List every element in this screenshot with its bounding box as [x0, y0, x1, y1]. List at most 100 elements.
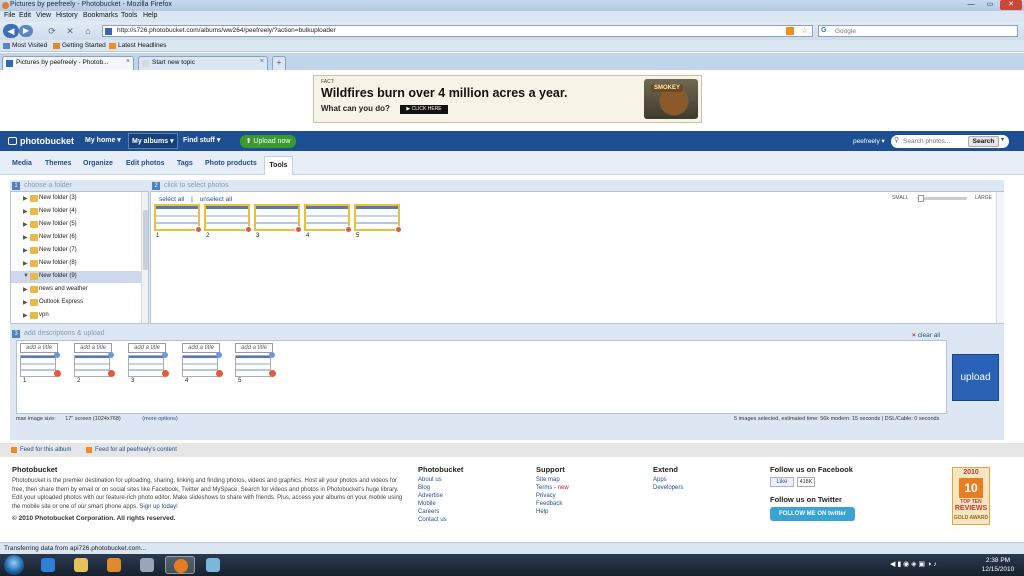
tab-photobucket[interactable]: Pictures by peefreely - Photob... ×	[2, 56, 134, 70]
selected-photo[interactable]	[235, 355, 271, 377]
photo-thumbnail[interactable]	[154, 204, 202, 233]
footer-link-feedback[interactable]: Feedback	[536, 501, 562, 507]
folder-item[interactable]: ▶ New folder (7)	[11, 245, 141, 257]
maximize-button[interactable]: ▭	[981, 0, 999, 10]
new-tab-button[interactable]: +	[272, 56, 286, 70]
minimize-button[interactable]: —	[962, 0, 980, 10]
expand-arrow-icon[interactable]: ▶	[23, 195, 28, 202]
photo-thumbnail[interactable]	[304, 204, 352, 233]
folder-item[interactable]: ▶ New folder (8)	[11, 258, 141, 270]
menu-file[interactable]: File	[4, 12, 15, 19]
search-button[interactable]: Search	[968, 136, 999, 147]
bookmark-getting-started[interactable]: Getting Started	[62, 42, 106, 49]
footer-link-help[interactable]: Help	[536, 509, 548, 515]
title-input[interactable]: add a title	[128, 343, 166, 353]
ad-banner[interactable]: FACT: Wildfires burn over 4 million acre…	[313, 75, 702, 123]
remove-icon[interactable]	[269, 370, 276, 377]
photo-search-input[interactable]	[903, 137, 963, 146]
stop-icon[interactable]: ✕	[64, 25, 76, 37]
back-button[interactable]: ◀	[3, 24, 19, 38]
footer-link-sitemap[interactable]: Site map	[536, 477, 560, 483]
info-icon[interactable]	[269, 352, 275, 358]
title-input[interactable]: add a title	[74, 343, 112, 353]
selected-photo[interactable]	[20, 355, 56, 377]
more-options-link[interactable]: (more options)	[142, 416, 177, 422]
selected-photo[interactable]	[128, 355, 164, 377]
feed-album-link[interactable]: Feed for this album	[20, 447, 71, 453]
footer-link-contact[interactable]: Contact us	[418, 517, 447, 523]
expand-arrow-icon[interactable]: ▶	[23, 286, 28, 293]
folder-item[interactable]: ▶ New folder (5)	[11, 219, 141, 231]
info-icon[interactable]	[108, 352, 114, 358]
rss-icon[interactable]	[786, 27, 794, 35]
remove-icon[interactable]	[245, 226, 252, 233]
folder-item[interactable]: ▶ vpn	[11, 310, 141, 322]
menu-bookmarks[interactable]: Bookmarks	[83, 12, 118, 19]
footer-link-blog[interactable]: Blog	[418, 485, 430, 491]
folder-item[interactable]: ▶ New folder (6)	[11, 232, 141, 244]
footer-link-developers[interactable]: Developers	[653, 485, 683, 491]
facebook-like-button[interactable]: Like	[770, 477, 794, 487]
info-icon[interactable]	[162, 352, 168, 358]
folder-scrollbar[interactable]	[141, 192, 148, 323]
footer-link-apps[interactable]: Apps	[653, 477, 667, 483]
close-window-button[interactable]: ✕	[1000, 0, 1022, 10]
expand-arrow-icon[interactable]: ▶	[23, 234, 28, 241]
taskbar-explorer[interactable]	[66, 556, 96, 574]
folder-item[interactable]: ▶ New folder (3)	[11, 193, 141, 205]
photobucket-logo[interactable]: photobucket	[8, 136, 74, 146]
tab-tags[interactable]: Tags	[177, 160, 193, 167]
start-button[interactable]	[4, 555, 24, 575]
remove-icon[interactable]	[345, 226, 352, 233]
tab-edit-photos[interactable]: Edit photos	[126, 160, 165, 167]
remove-icon[interactable]	[54, 370, 61, 377]
max-size-select[interactable]: 17" screen (1024x768)	[65, 416, 120, 422]
tab-tools[interactable]: Tools	[264, 156, 293, 175]
menu-edit[interactable]: Edit	[19, 12, 31, 19]
system-clock[interactable]: 2:38 PM 12/15/2010	[978, 556, 1018, 574]
tab-organize[interactable]: Organize	[83, 160, 113, 167]
remove-icon[interactable]	[195, 226, 202, 233]
title-input[interactable]: add a title	[20, 343, 58, 353]
folder-item[interactable]: ▶ New folder (4)	[11, 206, 141, 218]
taskbar-app-2[interactable]	[198, 556, 228, 574]
remove-icon[interactable]	[162, 370, 169, 377]
close-tab-icon[interactable]: ×	[260, 58, 264, 65]
photo-thumbnail[interactable]	[254, 204, 302, 233]
expand-arrow-icon[interactable]: ▶	[23, 247, 28, 254]
scrollbar-thumb[interactable]	[143, 210, 148, 270]
twitter-follow-button[interactable]: FOLLOW ME ON twitter	[770, 507, 855, 521]
selected-photo[interactable]	[182, 355, 218, 377]
reload-icon[interactable]: ⟳	[46, 25, 58, 37]
title-input[interactable]: add a title	[182, 343, 220, 353]
expand-arrow-icon[interactable]: ▶	[23, 299, 28, 306]
bookmark-most-visited[interactable]: Most Visited	[12, 42, 47, 49]
menu-view[interactable]: View	[36, 12, 51, 19]
footer-link-careers[interactable]: Careers	[418, 509, 439, 515]
folder-item[interactable]: ▶ Outlook Express	[11, 297, 141, 309]
tab-themes[interactable]: Themes	[45, 160, 71, 167]
taskbar-app[interactable]	[132, 556, 162, 574]
tab-media[interactable]: Media	[12, 160, 32, 167]
web-search-input[interactable]	[835, 27, 1005, 36]
menu-history[interactable]: History	[56, 12, 78, 19]
photo-scrollbar[interactable]	[996, 192, 1004, 323]
remove-icon[interactable]	[108, 370, 115, 377]
feed-all-link[interactable]: Feed for all peefreely's content	[95, 447, 177, 453]
footer-link-privacy[interactable]: Privacy	[536, 493, 556, 499]
collapse-arrow-icon[interactable]: ▼	[23, 273, 29, 279]
menu-help[interactable]: Help	[143, 12, 157, 19]
close-tab-icon[interactable]: ×	[126, 58, 130, 65]
top-ten-reviews-award[interactable]: 2010 10 TOP TEN REVIEWS GOLD AWARD	[952, 467, 990, 525]
clear-all-link[interactable]: × clear all	[912, 332, 940, 339]
photo-thumbnail[interactable]	[354, 204, 402, 233]
expand-arrow-icon[interactable]: ▶	[23, 221, 28, 228]
user-menu[interactable]: peefreely ▾	[853, 137, 885, 145]
taskbar-firefox[interactable]	[165, 556, 195, 574]
photo-thumbnail[interactable]	[204, 204, 252, 233]
folder-item[interactable]: ▶ news and weather	[11, 284, 141, 296]
upload-button[interactable]: upload	[952, 354, 999, 401]
footer-link-terms[interactable]: Terms - new	[536, 485, 569, 491]
remove-icon[interactable]	[295, 226, 302, 233]
nav-find-stuff[interactable]: Find stuff ▾	[180, 133, 223, 149]
